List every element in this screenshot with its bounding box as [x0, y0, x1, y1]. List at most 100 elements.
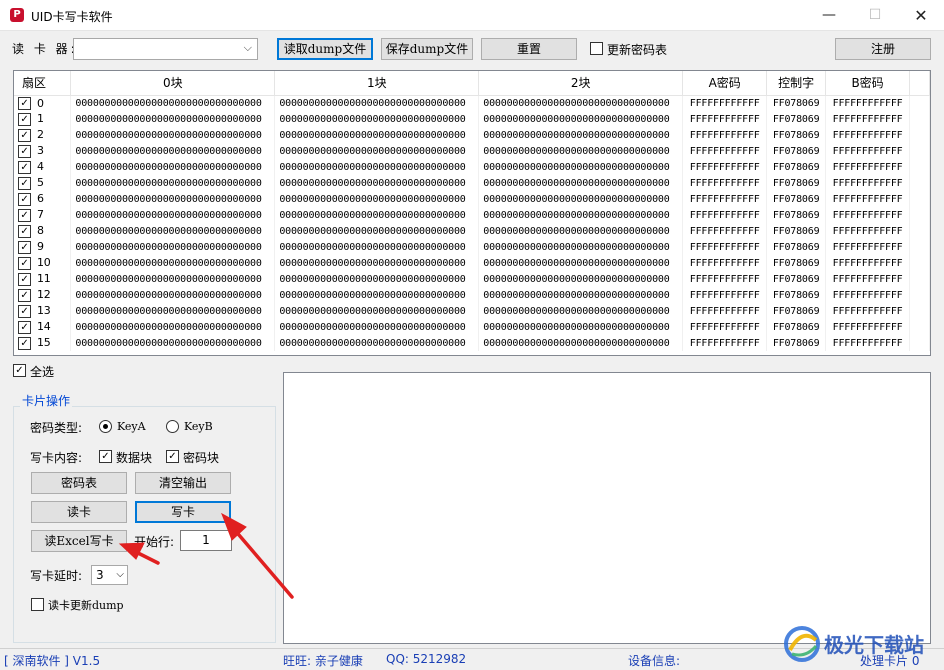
block2-cell[interactable]: 00000000000000000000000000000000 — [478, 239, 684, 255]
key-b-cell[interactable]: FFFFFFFFFFFF — [825, 223, 911, 239]
reader-select[interactable]: ⌵ — [73, 38, 258, 60]
block0-cell[interactable]: 00000000000000000000000000000000 — [70, 223, 276, 239]
update-key-table-checkbox[interactable] — [590, 42, 603, 55]
sector-checkbox[interactable]: ✓ — [18, 208, 31, 222]
read-excel-write-button[interactable]: 读Excel写卡 — [31, 530, 127, 552]
control-cell[interactable]: FF078069 — [766, 303, 827, 319]
select-all-checkbox[interactable]: ✓ — [13, 364, 26, 377]
key-b-cell[interactable]: FFFFFFFFFFFF — [825, 287, 911, 303]
table-row[interactable]: ✓100000000000000000000000000000000000000… — [14, 111, 930, 127]
control-cell[interactable]: FF078069 — [766, 287, 827, 303]
block2-cell[interactable]: 00000000000000000000000000000000 — [478, 95, 684, 111]
sector-checkbox[interactable]: ✓ — [18, 288, 31, 302]
data-block-checkbox[interactable]: ✓ — [99, 450, 112, 463]
table-row[interactable]: ✓ 12 00000000000000000000000000000000 00000… — [14, 287, 930, 303]
col-header-control[interactable]: 控制字 — [766, 71, 827, 96]
block2-cell[interactable]: 00000000000000000000000000000000 — [478, 303, 684, 319]
key-a-cell[interactable]: FFFFFFFFFFFF — [682, 95, 768, 111]
sector-cell[interactable]: ✓ 10 — [14, 255, 72, 271]
control-cell[interactable]: FF078069 — [766, 95, 827, 111]
table-row[interactable]: ✓ 11 00000000000000000000000000000000 00000… — [14, 271, 930, 287]
sector-cell[interactable]: ✓ 13 — [14, 303, 72, 319]
read-dump-button[interactable]: 读取dump文件 — [277, 38, 373, 60]
block2-cell[interactable]: 00000000000000000000000000000000 — [478, 223, 684, 239]
sector-checkbox[interactable]: ✓ — [18, 336, 31, 350]
key-a-cell[interactable]: FFFFFFFFFFFF — [682, 287, 768, 303]
register-button[interactable]: 注册 — [835, 38, 931, 60]
col-header-block1[interactable]: 1块 — [274, 71, 480, 96]
key-a-cell[interactable]: FFFFFFFFFFFF — [682, 159, 768, 175]
block1-cell[interactable]: 00000000000000000000000000000000 — [274, 95, 480, 111]
block1-cell[interactable]: 00000000000000000000000000000000 — [274, 127, 480, 143]
block1-cell[interactable]: 00000000000000000000000000000000 — [274, 175, 480, 191]
sector-checkbox[interactable]: ✓ — [18, 112, 31, 126]
sector-cell[interactable]: ✓ 4 — [14, 159, 72, 175]
block1-cell[interactable]: 00000000000000000000000000000000 — [274, 239, 480, 255]
key-b-cell[interactable]: FFFFFFFFFFFF — [825, 175, 911, 191]
block0-cell[interactable]: 00000000000000000000000000000000 — [70, 303, 276, 319]
key-b-cell[interactable]: FFFFFFFFFFFF — [825, 127, 911, 143]
block0-cell[interactable]: 00000000000000000000000000000000 — [70, 287, 276, 303]
sector-cell[interactable]: ✓ 7 — [14, 207, 72, 223]
start-row-input[interactable]: 1 — [180, 530, 232, 551]
key-a-cell[interactable]: FFFFFFFFFFFF — [682, 335, 768, 351]
block0-cell[interactable]: 00000000000000000000000000000000 — [70, 143, 276, 159]
table-row[interactable]: ✓ 7 00000000000000000000000000000000 000000… — [14, 207, 930, 223]
save-dump-button[interactable]: 保存dump文件 — [381, 38, 473, 60]
output-textarea[interactable] — [283, 372, 931, 644]
read-update-dump-checkbox[interactable] — [31, 598, 44, 611]
block1-cell[interactable]: 00000000000000000000000000000000 — [274, 191, 480, 207]
block2-cell[interactable]: 00000000000000000000000000000000 — [478, 271, 684, 287]
key-a-cell[interactable]: FFFFFFFFFFFF — [682, 303, 768, 319]
key-a-cell[interactable]: FFFFFFFFFFFF — [682, 239, 768, 255]
key-block-checkbox[interactable]: ✓ — [166, 450, 179, 463]
col-header-block0[interactable]: 0块 — [70, 71, 276, 96]
block2-cell[interactable]: 00000000000000000000000000000000 — [478, 175, 684, 191]
key-a-cell[interactable]: FFFFFFFFFFFF — [682, 175, 768, 191]
table-row[interactable]: ✓ 6 00000000000000000000000000000000 000000… — [14, 191, 930, 207]
sector-cell[interactable]: ✓ 12 — [14, 287, 72, 303]
key-table-button[interactable]: 密码表 — [31, 472, 127, 494]
key-a-cell[interactable]: FFFFFFFFFFFF — [682, 191, 768, 207]
key-a-cell[interactable]: FFFFFFFFFFFF — [682, 111, 768, 127]
key-b-cell[interactable]: FFFFFFFFFFFF — [825, 207, 911, 223]
block2-cell[interactable]: 00000000000000000000000000000000 — [478, 319, 684, 335]
key-a-cell[interactable]: FFFFFFFFFFFF — [682, 319, 768, 335]
sector-cell[interactable]: ✓ 6 — [14, 191, 72, 207]
key-a-cell[interactable]: FFFFFFFFFFFF — [682, 207, 768, 223]
control-cell[interactable]: FF078069 — [766, 127, 827, 143]
col-header-key-b[interactable]: B密码 — [825, 71, 911, 96]
block0-cell[interactable]: 00000000000000000000000000000000 — [70, 271, 276, 287]
table-row[interactable]: ✓ 13 00000000000000000000000000000000 00000… — [14, 303, 930, 319]
sector-cell[interactable]: ✓ 2 — [14, 127, 72, 143]
key-b-cell[interactable]: FFFFFFFFFFFF — [825, 191, 911, 207]
table-row[interactable]: ✓ 0 00000000000000000000000000000000 000000… — [14, 95, 930, 111]
sector-cell[interactable]: ✓ 15 — [14, 335, 72, 351]
block2-cell[interactable]: 00000000000000000000000000000000 — [478, 191, 684, 207]
block2-cell[interactable]: 00000000000000000000000000000000 — [478, 207, 684, 223]
block0-cell[interactable]: 00000000000000000000000000000000 — [70, 239, 276, 255]
key-b-cell[interactable]: FFFFFFFFFFFF — [825, 111, 911, 127]
sector-cell[interactable]: ✓ 14 — [14, 319, 72, 335]
key-a-radio[interactable] — [99, 420, 112, 433]
control-cell[interactable]: FF078069 — [766, 255, 827, 271]
control-cell[interactable]: FF078069 — [766, 111, 827, 127]
block1-cell[interactable]: 00000000000000000000000000000000 — [274, 319, 480, 335]
block1-cell[interactable]: 00000000000000000000000000000000 — [274, 303, 480, 319]
block0-cell[interactable]: 00000000000000000000000000000000 — [70, 175, 276, 191]
sector-checkbox[interactable]: ✓ — [18, 224, 31, 238]
block2-cell[interactable]: 00000000000000000000000000000000 — [478, 255, 684, 271]
sector-cell[interactable]: ✓ 3 — [14, 143, 72, 159]
table-row[interactable]: ✓ 15 00000000000000000000000000000000 00000… — [14, 335, 930, 351]
block2-cell[interactable]: 00000000000000000000000000000000 — [478, 143, 684, 159]
block2-cell[interactable]: 00000000000000000000000000000000 — [478, 127, 684, 143]
block1-cell[interactable]: 00000000000000000000000000000000 — [274, 335, 480, 351]
sector-checkbox[interactable]: ✓ — [18, 320, 31, 334]
table-row[interactable]: ✓ 2 00000000000000000000000000000000 000000… — [14, 127, 930, 143]
key-b-radio[interactable] — [166, 420, 179, 433]
write-card-button[interactable]: 写卡 — [135, 501, 231, 523]
control-cell[interactable]: FF078069 — [766, 335, 827, 351]
control-cell[interactable]: FF078069 — [766, 175, 827, 191]
block0-cell[interactable]: 00000000000000000000000000000000 — [70, 127, 276, 143]
block0-cell[interactable]: 00000000000000000000000000000000 — [70, 207, 276, 223]
